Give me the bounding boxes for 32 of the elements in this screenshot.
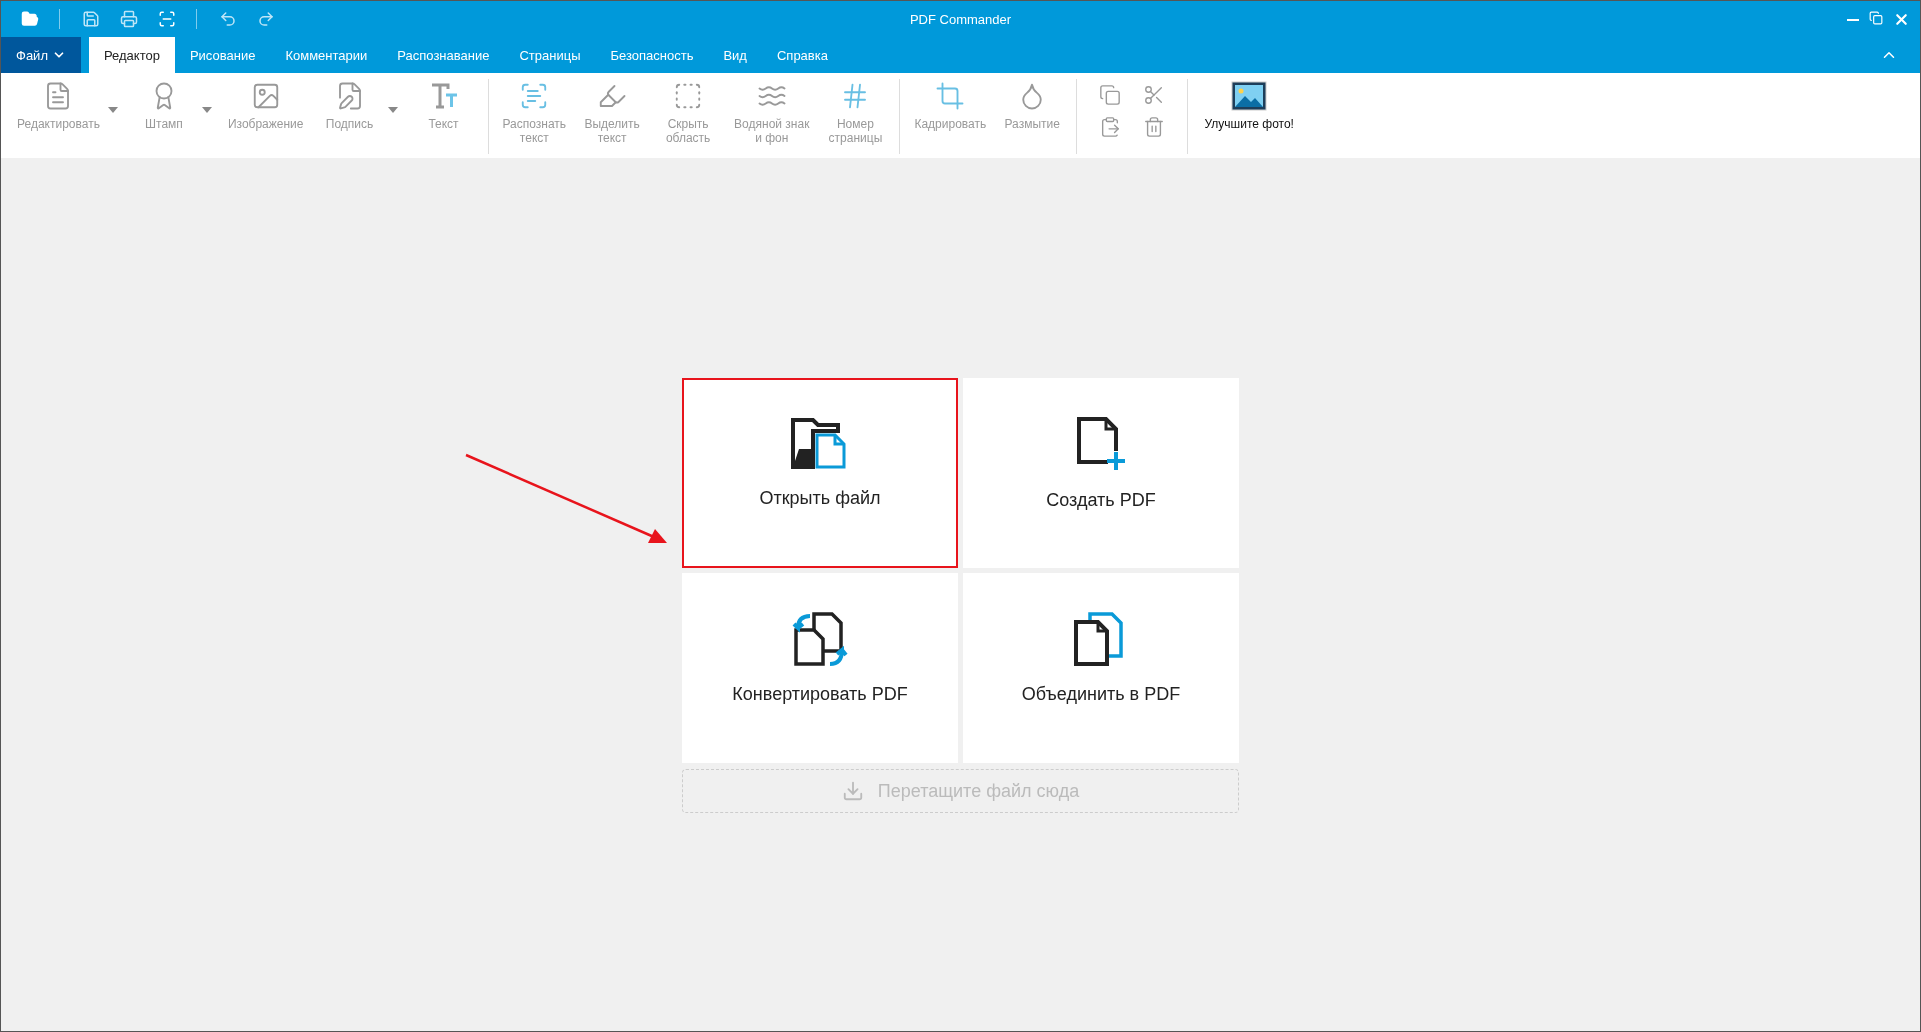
landscape-picture-icon — [1231, 81, 1268, 111]
document-plus-icon — [1076, 416, 1126, 472]
clipboard-icon — [1099, 116, 1122, 138]
file-menu-button[interactable]: Файл — [1, 37, 81, 73]
trash-icon — [1143, 116, 1166, 138]
documents-arrows-icon — [792, 612, 848, 666]
window-title: PDF Commander — [909, 11, 1012, 27]
restore-icon — [1869, 10, 1883, 25]
printer-icon[interactable] — [120, 10, 138, 28]
ribbon-tab[interactable]: Комментарии — [270, 37, 383, 73]
download-icon — [841, 780, 864, 802]
start-action-card[interactable]: Открыть файл — [682, 378, 958, 568]
ribbon-tab[interactable]: Распознавание — [382, 37, 505, 73]
minimize-icon — [1847, 18, 1859, 21]
ribbon-tab[interactable]: Редактор — [88, 37, 175, 73]
save-icon[interactable] — [82, 10, 100, 28]
open-folder-icon[interactable] — [21, 10, 39, 28]
copy-icon — [1099, 84, 1122, 106]
toolbar-button[interactable]: Улучшите фото! — [1194, 79, 1305, 133]
ribbon-tab[interactable]: Рисование — [174, 37, 271, 73]
redo-icon[interactable] — [257, 10, 275, 28]
start-action-card[interactable]: Объединить в PDF — [963, 573, 1239, 763]
folder-document-icon — [791, 418, 849, 470]
ribbon-tab[interactable]: Безопасность — [595, 37, 709, 73]
scanner-icon[interactable] — [158, 10, 176, 28]
crop-icon — [935, 81, 966, 111]
start-action-card[interactable]: Конвертировать PDF — [682, 573, 958, 763]
undo-icon[interactable] — [219, 10, 237, 28]
ribbon-tab[interactable]: Справка — [761, 37, 843, 73]
ribbon-tab[interactable]: Страницы — [504, 37, 596, 73]
ribbon-tab[interactable]: Вид — [708, 37, 762, 73]
start-action-card[interactable]: Создать PDF — [963, 378, 1239, 568]
